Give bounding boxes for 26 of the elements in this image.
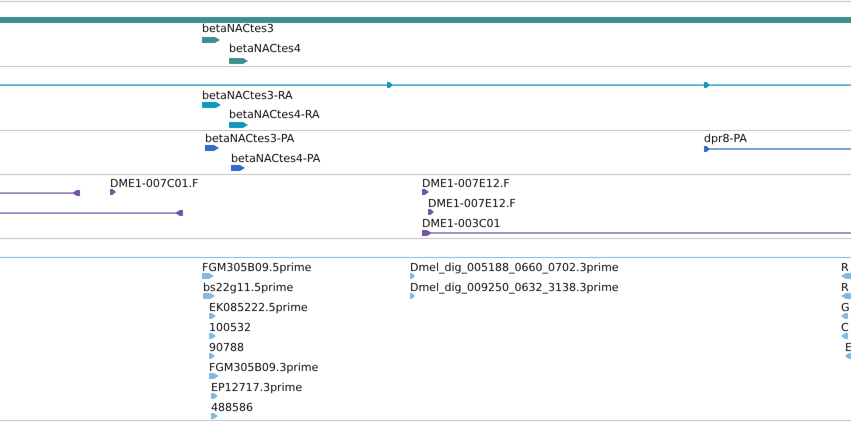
feature-label: betaNACtes4: [229, 42, 301, 55]
feature-label: Dmel_dig_005188_0660_0702.3prime: [410, 261, 619, 274]
feature-label: FGM305B09.5prime: [202, 261, 312, 274]
feature-label: 100532: [209, 321, 251, 334]
feature-label: betaNACtes3: [202, 22, 274, 35]
feature-label: DME1-007C01.F: [110, 177, 198, 190]
feature-label: E: [845, 341, 851, 354]
feature-label: betaNACtes4-RA: [229, 108, 320, 121]
feature-label: betaNACtes3-RA: [202, 89, 293, 102]
feature-label: DME1-003C01: [422, 217, 501, 230]
feature-label: EP12717.3prime: [211, 381, 302, 394]
feature-label: R: [841, 281, 849, 294]
feature-label: betaNACtes4-PA: [231, 152, 320, 165]
feature-label: EK085222.5prime: [209, 301, 308, 314]
feature-label: C: [841, 321, 849, 334]
feature-label: bs22g11.5prime: [203, 281, 294, 294]
feature-label: 488586: [211, 401, 253, 414]
feature-label: 90788: [209, 341, 244, 354]
feature-label: R: [841, 261, 849, 274]
feature-label: DME1-007E12.F: [428, 197, 516, 210]
feature-label: FGM305B09.3prime: [209, 361, 318, 374]
feature-label: betaNACtes3-PA: [205, 132, 294, 145]
feature-label: Dmel_dig_009250_0632_3138.3prime: [410, 281, 619, 294]
feature-label: DME1-007E12.F: [422, 177, 510, 190]
feature-label: G: [841, 301, 850, 314]
feature-label: dpr8-PA: [704, 132, 747, 145]
